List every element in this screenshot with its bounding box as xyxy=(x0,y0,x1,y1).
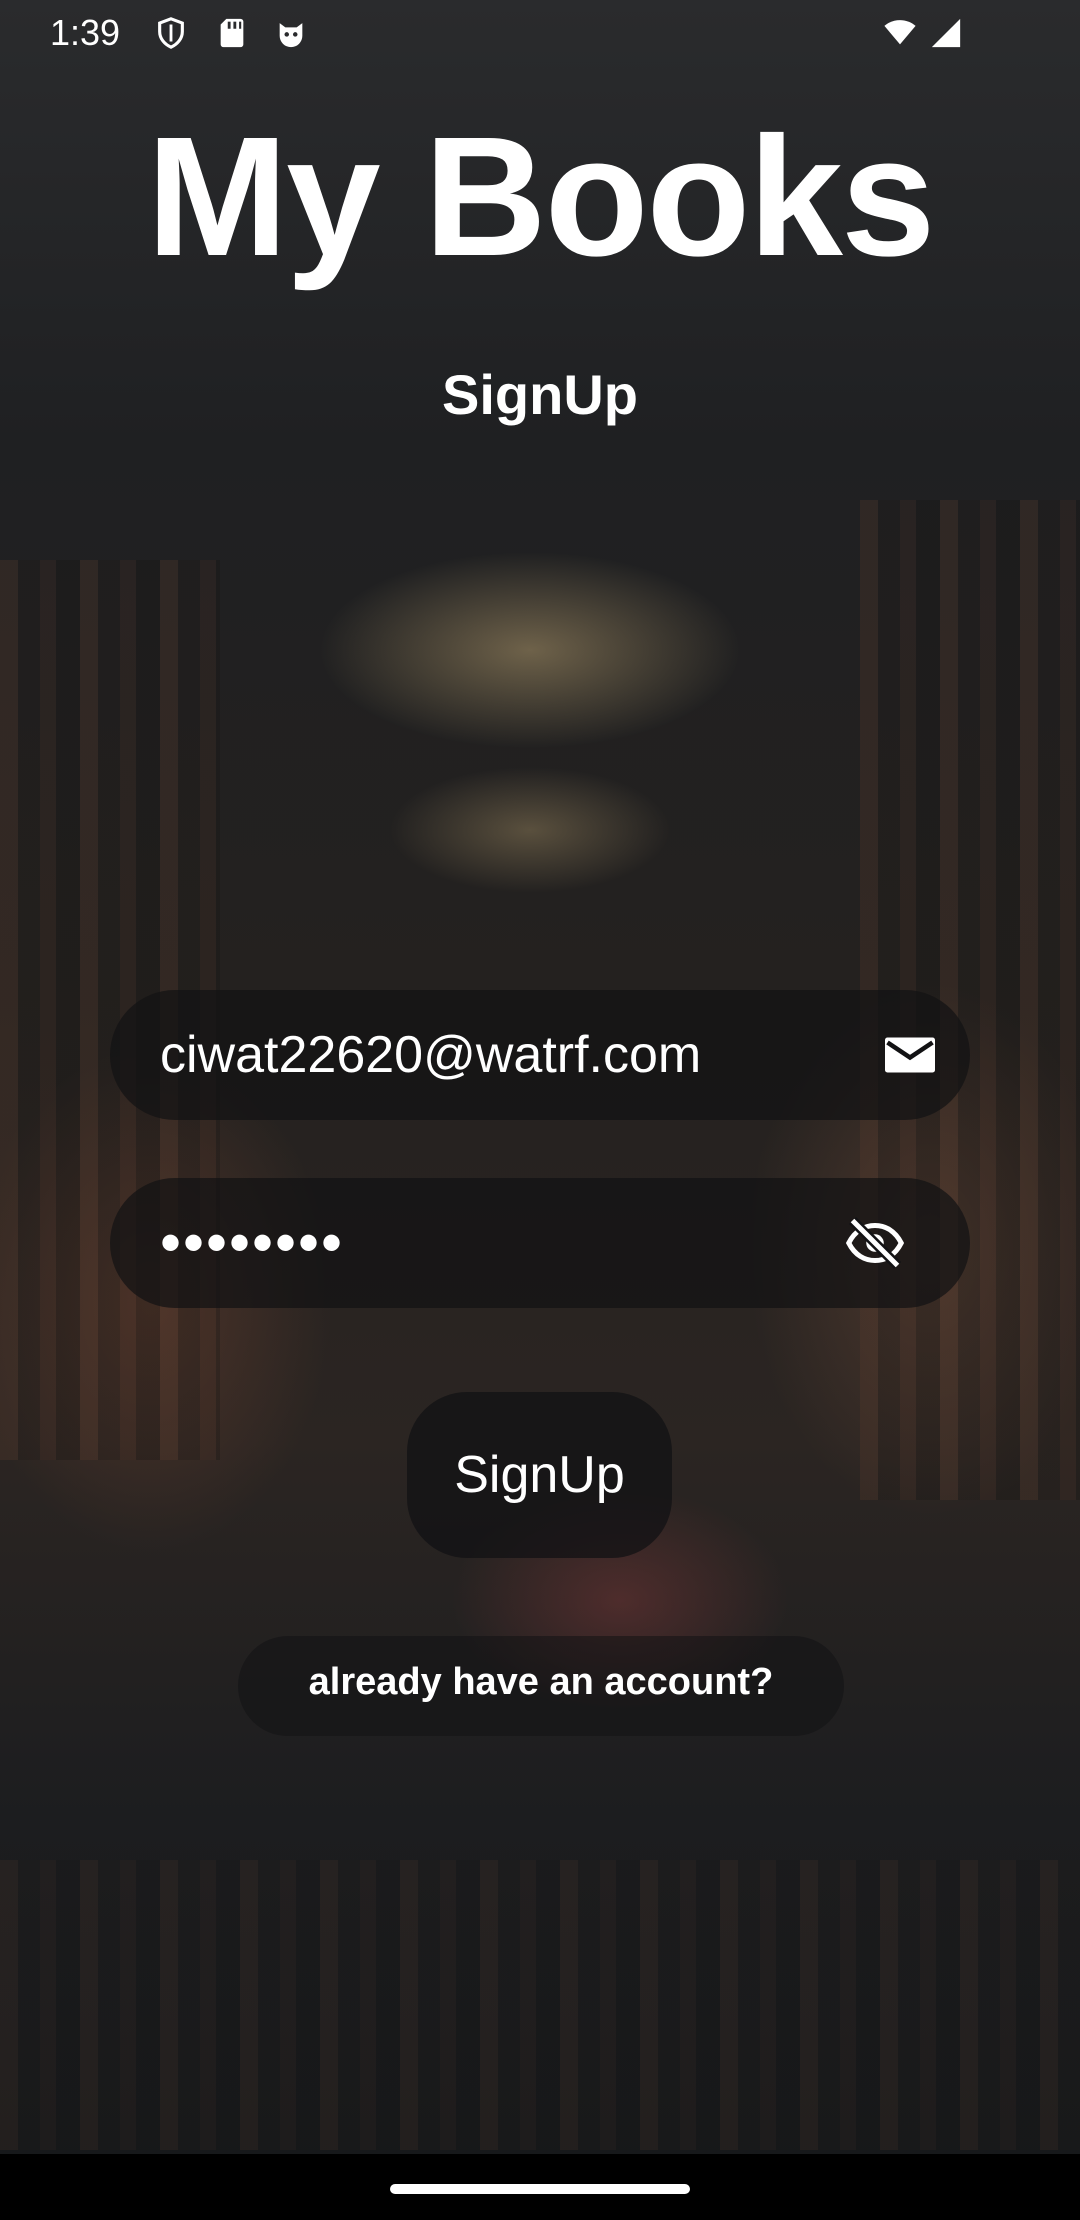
status-bar: 1:39 xyxy=(0,0,1080,66)
app-title: My Books xyxy=(146,102,936,292)
email-input-value[interactable]: ciwat22620@watrf.com xyxy=(160,990,701,1120)
status-time: 1:39 xyxy=(50,12,121,53)
sd-card-icon xyxy=(220,18,244,48)
cat-face-icon xyxy=(279,23,303,48)
login-link[interactable]: already have an account? xyxy=(238,1636,844,1736)
password-input-value[interactable]: •••••••• xyxy=(160,1178,344,1308)
signup-screen: 1:39 My Books SignUp ciwat22620@watrf.co… xyxy=(0,0,1080,2220)
bookshelf-bottom-decoration xyxy=(0,1860,1080,2150)
email-field[interactable]: ciwat22620@watrf.com xyxy=(110,990,970,1120)
page-subtitle: SignUp xyxy=(442,363,638,426)
shield-icon xyxy=(158,17,184,49)
mail-icon xyxy=(885,1037,935,1073)
wifi-icon xyxy=(884,20,916,45)
password-field[interactable]: •••••••• xyxy=(110,1178,970,1308)
visibility-off-icon[interactable] xyxy=(845,1213,905,1273)
signal-icon xyxy=(931,18,961,48)
home-gesture-handle[interactable] xyxy=(390,2184,690,2194)
signup-button[interactable]: SignUp xyxy=(407,1392,672,1558)
